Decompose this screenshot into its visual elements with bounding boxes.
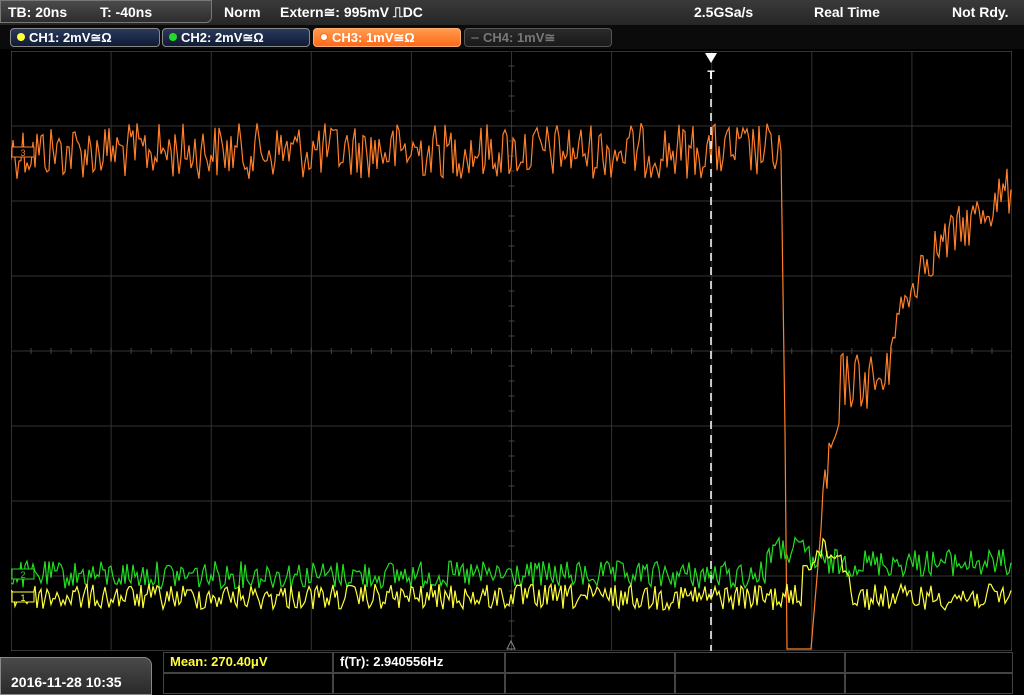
measurement-cell-6[interactable] <box>163 673 333 694</box>
measurement-cell-10[interactable] <box>845 673 1013 694</box>
channel-2-offset-marker[interactable]: 2 <box>11 568 35 580</box>
channel-2-button[interactable]: CH2: 2mV≅Ω <box>162 28 310 47</box>
measurement-cell-5[interactable] <box>845 652 1013 673</box>
measurement-cell-4[interactable] <box>675 652 845 673</box>
waveform-display[interactable]: T 3 2 1 <box>11 51 1012 651</box>
acquisition-status: Not Rdy. <box>952 4 1009 20</box>
timebase-readout[interactable]: TB: 20ns <box>8 4 67 20</box>
date-time-box: 2016-11-28 10:35 <box>0 657 152 695</box>
channel-1-label: CH1: 2mV≅Ω <box>29 30 112 45</box>
channel-4-button[interactable]: CH4: 1mV≅ <box>464 28 612 47</box>
channel-1-offset-marker[interactable]: 1 <box>11 591 35 603</box>
acquisition-mode[interactable]: Real Time <box>814 4 880 20</box>
channel-bar: CH1: 2mV≅Ω CH2: 2mV≅Ω CH3: 1mV≅Ω CH4: 1m… <box>0 25 1024 49</box>
channel-2-label: CH2: 2mV≅Ω <box>181 30 264 45</box>
channel-4-label: CH4: 1mV≅ <box>483 30 556 45</box>
measurement-mean: Mean: 270.40μV <box>170 654 268 669</box>
channel-3-offset-marker[interactable]: 3 <box>11 146 35 158</box>
measurement-frequency: f(Tr): 2.940556Hz <box>340 654 444 669</box>
trigger-time-readout[interactable]: T: -40ns <box>100 4 152 20</box>
trigger-source[interactable]: Extern≅: 995mV ⎍DC <box>280 4 423 21</box>
channel-1-offset-label: 1 <box>20 593 25 603</box>
channel-4-indicator-icon <box>471 37 479 39</box>
measurement-cell-8[interactable] <box>505 673 675 694</box>
channel-2-offset-label: 2 <box>20 570 25 580</box>
measurement-cell-7[interactable] <box>333 673 505 694</box>
date-time-readout: 2016-11-28 10:35 <box>11 674 122 690</box>
channel-3-indicator-icon <box>320 33 328 41</box>
trigger-mode[interactable]: Norm <box>224 4 261 20</box>
trigger-marker-label: T <box>707 68 715 82</box>
sample-rate: 2.5GSa/s <box>694 4 754 20</box>
channel-3-label: CH3: 1mV≅Ω <box>332 30 415 45</box>
status-bar: TB: 20ns T: -40ns Norm Extern≅: 995mV ⎍D… <box>0 0 1024 26</box>
channel-1-button[interactable]: CH1: 2mV≅Ω <box>10 28 160 47</box>
measurement-cell-3[interactable] <box>505 652 675 673</box>
channel-2-indicator-icon <box>169 33 177 41</box>
channel-3-offset-label: 3 <box>20 148 25 158</box>
channel-3-button[interactable]: CH3: 1mV≅Ω <box>313 28 461 47</box>
measurement-panel <box>163 652 1013 695</box>
measurement-cell-9[interactable] <box>675 673 845 694</box>
channel-1-indicator-icon <box>17 33 25 41</box>
